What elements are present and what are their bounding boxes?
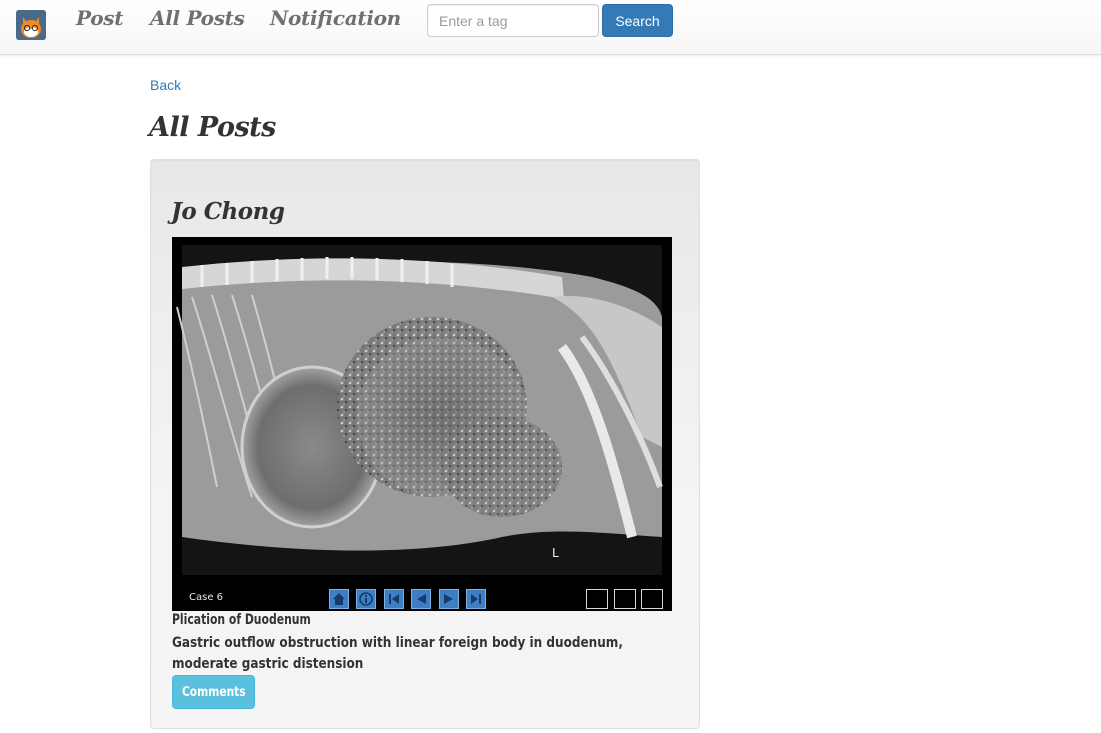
nav-link-post[interactable]: Post [76, 6, 123, 30]
prev-icon[interactable] [411, 589, 431, 609]
home-icon[interactable] [329, 589, 349, 609]
post-author: Jo Chong [171, 198, 285, 225]
tag-search-input[interactable] [427, 4, 599, 37]
search-button[interactable]: Search [602, 4, 673, 37]
page-title: All Posts [149, 112, 276, 143]
view-box-3[interactable] [641, 589, 663, 609]
nav-link-notification[interactable]: Notification [270, 6, 401, 30]
cat-logo-icon[interactable] [16, 10, 46, 40]
xray-image: L [172, 237, 672, 611]
navbar: Post All Posts Notification Search [0, 0, 1101, 55]
view-box-2[interactable] [614, 589, 636, 609]
first-icon[interactable] [384, 589, 404, 609]
post-description: Gastric outflow obstruction with linear … [172, 635, 623, 672]
info-icon[interactable] [356, 589, 376, 609]
case-label: Case 6 [189, 592, 224, 603]
back-link[interactable]: Back [150, 77, 181, 93]
comments-button-label: Comments [181, 684, 246, 700]
post-card: Jo Chong L Case 6 Plication of Duodenum … [150, 159, 700, 729]
image-viewer[interactable]: L Case 6 [172, 237, 672, 611]
last-icon[interactable] [466, 589, 486, 609]
nav-link-all-posts[interactable]: All Posts [150, 6, 245, 30]
post-title: Plication of Duodenum [172, 612, 311, 628]
xray-marker-label: L [552, 546, 559, 560]
next-icon[interactable] [439, 589, 459, 609]
view-box-1[interactable] [586, 589, 608, 609]
comments-button[interactable]: Comments [172, 675, 255, 709]
